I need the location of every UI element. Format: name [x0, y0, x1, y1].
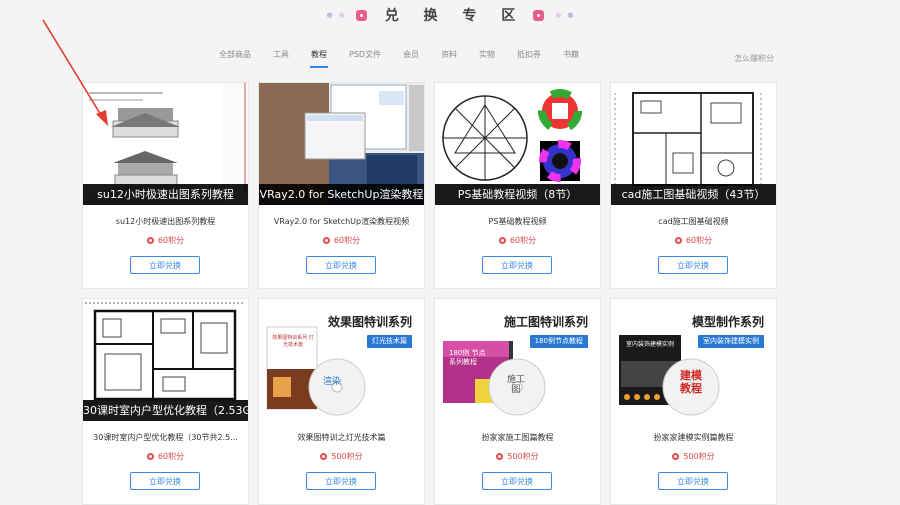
points-value: 500积分 [683, 452, 715, 461]
points-value: 60积分 [509, 236, 537, 245]
product-thumbnail: 效果图特训系列 灯光技术篇 效果图特训系列 灯光技术篇 渲染 [259, 299, 424, 421]
product-points: 60积分 [83, 235, 248, 246]
redeem-button[interactable]: 立即兑换 [482, 472, 552, 490]
product-thumbnail: cad施工图基础视频（43节） [611, 83, 776, 205]
product-card[interactable]: su12小时极速出图系列教程 su12小时极速出图系列教程 60积分 立即兑换 [82, 82, 249, 289]
product-name: su12小时极速出图系列教程 [115, 217, 216, 226]
hexagon-badge-icon [355, 9, 367, 21]
section-header: ● ● 兑 换 专 区 ● ● [0, 0, 900, 30]
product-points: 500积分 [611, 451, 776, 462]
product-thumbnail: VRay2.0 for SketchUp渲染教程 [259, 83, 424, 205]
thumbnail-caption: cad施工图基础视频（43节） [611, 184, 776, 205]
points-value: 500积分 [331, 452, 363, 461]
product-name: PS基础教程视频 [488, 217, 547, 226]
redeem-button[interactable]: 立即兑换 [306, 472, 376, 490]
points-coin-icon [672, 453, 680, 460]
book-cover-text: 室内装饰建模实例 [625, 341, 674, 348]
points-coin-icon [498, 237, 506, 244]
decor-dot-icon: ● [338, 11, 345, 19]
thumbnail-caption: 30课时室内户型优化教程（2.53G） [83, 400, 248, 421]
promo-series-title: 施工图特训系列 [503, 315, 588, 329]
promo-tag: 180例节点教程 [529, 335, 588, 348]
thumbnail-caption: VRay2.0 for SketchUp渲染教程 [259, 184, 424, 205]
product-card[interactable]: 施工图特训系列 180例节点教程 180例 节点系列教程 施工图 扮家家施工图篇… [434, 298, 601, 505]
promo-tag: 灯光技术篇 [367, 335, 412, 348]
product-card[interactable]: cad施工图基础视频（43节） cad施工图基础视频 60积分 立即兑换 [610, 82, 777, 289]
tab-psd[interactable]: PSD文件 [338, 48, 392, 70]
redeem-button[interactable]: 立即兑换 [658, 472, 728, 490]
product-points: 500积分 [259, 451, 424, 462]
points-value: 60积分 [157, 452, 185, 461]
product-card[interactable]: VRay2.0 for SketchUp渲染教程 VRay2.0 for Ske… [258, 82, 425, 289]
product-name: VRay2.0 for SketchUp渲染教程视频 [273, 217, 410, 226]
product-name: cad施工图基础视频 [658, 217, 729, 226]
product-name: 扮家家施工图篇教程 [481, 433, 554, 442]
tab-materials[interactable]: 资料 [430, 48, 468, 70]
points-value: 60积分 [685, 236, 713, 245]
book-cover-text: 效果图特训系列 灯光技术篇 [272, 335, 314, 348]
decor-dot-icon: ● [555, 11, 562, 19]
product-points: 60积分 [611, 235, 776, 246]
product-name: 扮家家建模实例篇教程 [653, 433, 734, 442]
product-card[interactable]: PS基础教程视频（8节） PS基础教程视频 60积分 立即兑换 [434, 82, 601, 289]
tab-all[interactable]: 全部商品 [208, 48, 262, 70]
disc-label: 建模教程 [680, 369, 702, 395]
tab-books[interactable]: 书籍 [552, 48, 590, 70]
redeem-button[interactable]: 立即兑换 [130, 472, 200, 490]
product-points: 60积分 [259, 235, 424, 246]
promo-series-title: 模型制作系列 [691, 315, 764, 329]
tab-membership[interactable]: 会员 [392, 48, 430, 70]
tab-tutorials[interactable]: 教程 [300, 48, 338, 70]
product-thumbnail: PS基础教程视频（8节） [435, 83, 600, 205]
decor-dot-icon: ● [326, 11, 333, 19]
section-title: 兑 换 专 区 [384, 8, 526, 24]
product-card[interactable]: 效果图特训系列 灯光技术篇 效果图特训系列 灯光技术篇 渲染 效果图特训之灯光技… [258, 298, 425, 505]
points-coin-icon [320, 453, 328, 460]
thumbnail-caption: su12小时极速出图系列教程 [83, 184, 248, 205]
points-coin-icon [496, 453, 504, 460]
product-thumbnail: su12小时极速出图系列教程 [83, 83, 248, 205]
book-cover-text: 180例 节点系列教程 [449, 349, 486, 366]
redeem-button[interactable]: 立即兑换 [130, 256, 200, 274]
redeem-button[interactable]: 立即兑换 [306, 256, 376, 274]
disc-label: 渲染 [322, 377, 341, 387]
tab-physical[interactable]: 实物 [468, 48, 506, 70]
promo-series-title: 效果图特训系列 [327, 315, 412, 329]
points-value: 60积分 [157, 236, 185, 245]
product-thumbnail: 模型制作系列 室内装饰建模实例 室内装饰建模实例 建模教程 [611, 299, 776, 421]
product-name: 30课时室内户型优化教程（30节共2.5... [93, 433, 238, 442]
tab-coupons[interactable]: 抵扣券 [506, 48, 552, 70]
category-tabs: 全部商品 工具 教程 PSD文件 会员 资料 实物 抵扣券 书籍 [208, 48, 590, 70]
points-coin-icon [146, 453, 154, 460]
product-thumbnail: 施工图特训系列 180例节点教程 180例 节点系列教程 施工图 [435, 299, 600, 421]
thumbnail-caption: PS基础教程视频（8节） [435, 184, 600, 205]
product-name: 效果图特训之灯光技术篇 [297, 433, 386, 442]
product-thumbnail: 30课时室内户型优化教程（2.53G） [83, 299, 248, 421]
points-coin-icon [322, 237, 330, 244]
points-value: 500积分 [507, 452, 539, 461]
points-coin-icon [674, 237, 682, 244]
decor-dot-icon: ● [567, 11, 574, 19]
product-points: 500积分 [435, 451, 600, 462]
redeem-button[interactable]: 立即兑换 [482, 256, 552, 274]
disc-label: 施工图 [506, 375, 525, 395]
promo-tag: 室内装饰建模实例 [698, 335, 764, 348]
points-coin-icon [146, 237, 154, 244]
product-points: 60积分 [435, 235, 600, 246]
points-value: 60积分 [333, 236, 361, 245]
redeem-button[interactable]: 立即兑换 [658, 256, 728, 274]
product-card[interactable]: 30课时室内户型优化教程（2.53G） 30课时室内户型优化教程（30节共2.5… [82, 298, 249, 505]
product-points: 60积分 [83, 451, 248, 462]
hexagon-badge-icon [533, 9, 545, 21]
tab-tools[interactable]: 工具 [262, 48, 300, 70]
product-card[interactable]: 模型制作系列 室内装饰建模实例 室内装饰建模实例 建模教程 扮家家建模实例篇教程… [610, 298, 777, 505]
how-to-earn-link[interactable]: 怎么赚积分 [734, 53, 774, 64]
